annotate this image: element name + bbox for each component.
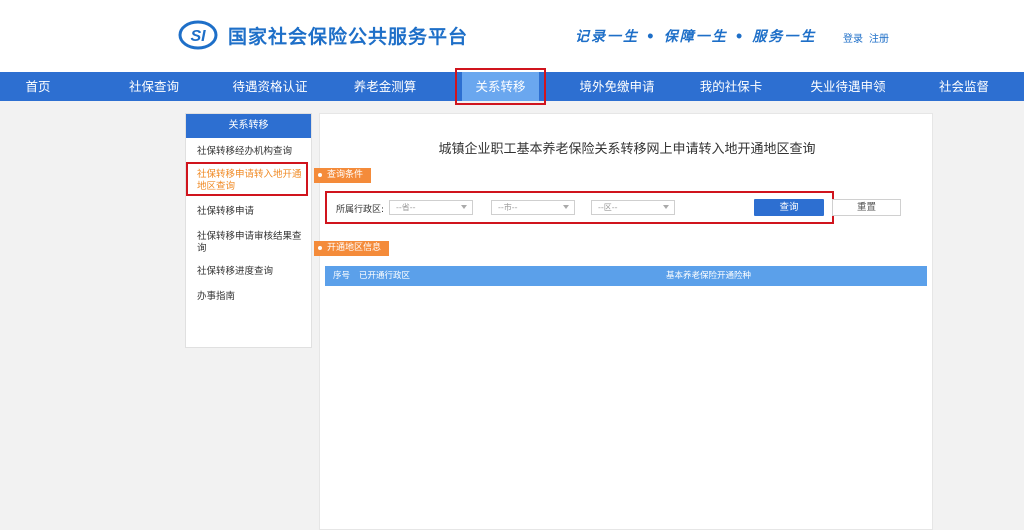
province-select-value: --省-- (396, 203, 416, 212)
main-panel: 城镇企业职工基本养老保险关系转移网上申请转入地开通地区查询 查询条件 所属行政区… (314, 113, 933, 530)
column-index: 序号 (333, 271, 351, 281)
district-select-value: --区-- (598, 203, 618, 212)
logo-text: SI (190, 28, 206, 45)
query-button[interactable]: 查询 (754, 199, 824, 216)
column-open-region: 已开通行政区 (359, 271, 411, 281)
nav-item-social-security-query[interactable]: 社保查询 (116, 72, 192, 101)
auth-links: 登录 注册 (843, 30, 895, 45)
register-link[interactable]: 注册 (869, 34, 889, 45)
sidebar-item-guide[interactable]: 办事指南 (197, 291, 305, 303)
nav-item-supervision[interactable]: 社会监督 (926, 72, 1002, 101)
sidebar-highlight-box (186, 162, 308, 196)
nav-item-my-card[interactable]: 我的社保卡 (693, 72, 769, 101)
chevron-down-icon (563, 205, 569, 209)
sidebar-item-review-result[interactable]: 社保转移申请审核结果查询 (197, 231, 305, 255)
sidebar-item-agency-query[interactable]: 社保转移经办机构查询 (197, 146, 305, 158)
query-section-tag: 查询条件 (314, 168, 372, 183)
column-insurance-type: 基本养老保险开通险种 (666, 271, 752, 281)
si-logo-icon[interactable]: SI (178, 20, 218, 50)
reset-button[interactable]: 重置 (832, 199, 901, 216)
sidebar-title: 关系转移 (186, 114, 311, 138)
site-title[interactable]: 国家社会保险公共服务平台 (228, 22, 468, 49)
province-select[interactable]: --省-- (389, 200, 473, 215)
chevron-down-icon (461, 205, 467, 209)
district-select[interactable]: --区-- (591, 200, 675, 215)
nav-item-unemployment[interactable]: 失业待遇申领 (804, 72, 892, 101)
chevron-down-icon (663, 205, 669, 209)
site-slogan: 记录一生 • 保障一生 • 服务一生 (575, 29, 817, 45)
sidebar-item-transfer-apply[interactable]: 社保转移申请 (197, 206, 305, 218)
sidebar-item-progress-query[interactable]: 社保转移进度查询 (197, 266, 305, 278)
sidebar: 关系转移 社保转移经办机构查询 社保转移申请转入地开通地区查询 社保转移申请 社… (185, 113, 312, 348)
nav-item-overseas-exemption[interactable]: 境外免缴申请 (570, 72, 664, 101)
region-label: 所属行政区: (336, 205, 385, 215)
login-link[interactable]: 登录 (843, 34, 863, 45)
nav-item-qualification-cert[interactable]: 待遇资格认证 (226, 72, 314, 101)
result-section-tag: 开通地区信息 (314, 241, 390, 256)
nav-item-home[interactable]: 首页 (0, 72, 76, 101)
city-select[interactable]: --市-- (491, 200, 575, 215)
nav-item-pension-calc[interactable]: 养老金测算 (347, 72, 423, 101)
result-table-header: 序号 已开通行政区 基本养老保险开通险种 (325, 266, 927, 286)
city-select-value: --市-- (498, 203, 518, 212)
site-header: SI 国家社会保险公共服务平台 记录一生 • 保障一生 • 服务一生 登录 注册 (0, 0, 1024, 72)
page-title: 城镇企业职工基本养老保险关系转移网上申请转入地开通地区查询 (438, 142, 816, 157)
nav-highlight-box (455, 68, 546, 105)
